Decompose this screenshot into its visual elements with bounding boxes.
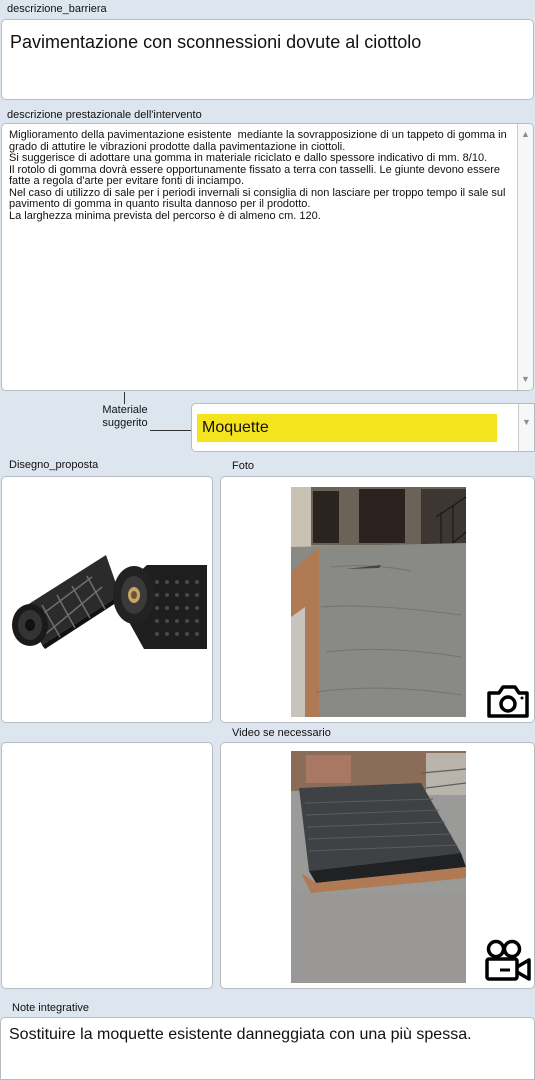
material-dropdown[interactable]: ▼	[518, 404, 534, 451]
description-text: Miglioramento della pavimentazione esist…	[9, 129, 507, 222]
connector-line	[124, 392, 125, 404]
photo-label: Foto	[232, 460, 255, 472]
scroll-up-icon[interactable]: ▲	[521, 130, 530, 139]
material-label: Materiale suggerito	[96, 404, 154, 430]
material-select[interactable]: Moquette ▼	[191, 403, 535, 452]
connector-line	[150, 430, 192, 431]
notes-field[interactable]: Sostituire la moquette esistente dannegg…	[0, 1017, 535, 1080]
barrier-field[interactable]: Pavimentazione con sconnessioni dovute a…	[1, 19, 534, 100]
barrier-label: descrizione_barriera	[7, 3, 107, 15]
drawing-image-box[interactable]	[1, 476, 213, 723]
description-field[interactable]: Miglioramento della pavimentazione esist…	[1, 123, 534, 391]
chevron-down-icon[interactable]: ▼	[522, 418, 531, 427]
description-label: descrizione prestazionale dell'intervent…	[7, 109, 202, 121]
scroll-down-icon[interactable]: ▼	[521, 375, 530, 384]
camera-icon[interactable]	[485, 683, 531, 719]
video-box[interactable]	[220, 742, 535, 989]
material-label-line1: Materiale	[102, 404, 148, 416]
notes-label: Note integrative	[12, 1002, 90, 1014]
material-label-line2: suggerito	[102, 417, 148, 429]
photo-image-box[interactable]	[220, 476, 535, 723]
extra-image-box[interactable]	[1, 742, 213, 989]
video-label: Video se necessario	[232, 727, 331, 739]
material-value: Moquette	[197, 414, 497, 442]
drawing-label: Disegno_proposta	[9, 459, 99, 471]
description-scrollbar[interactable]: ▲ ▼	[517, 124, 533, 390]
rubber-mat-image	[12, 555, 207, 649]
video-camera-icon[interactable]	[483, 939, 533, 985]
